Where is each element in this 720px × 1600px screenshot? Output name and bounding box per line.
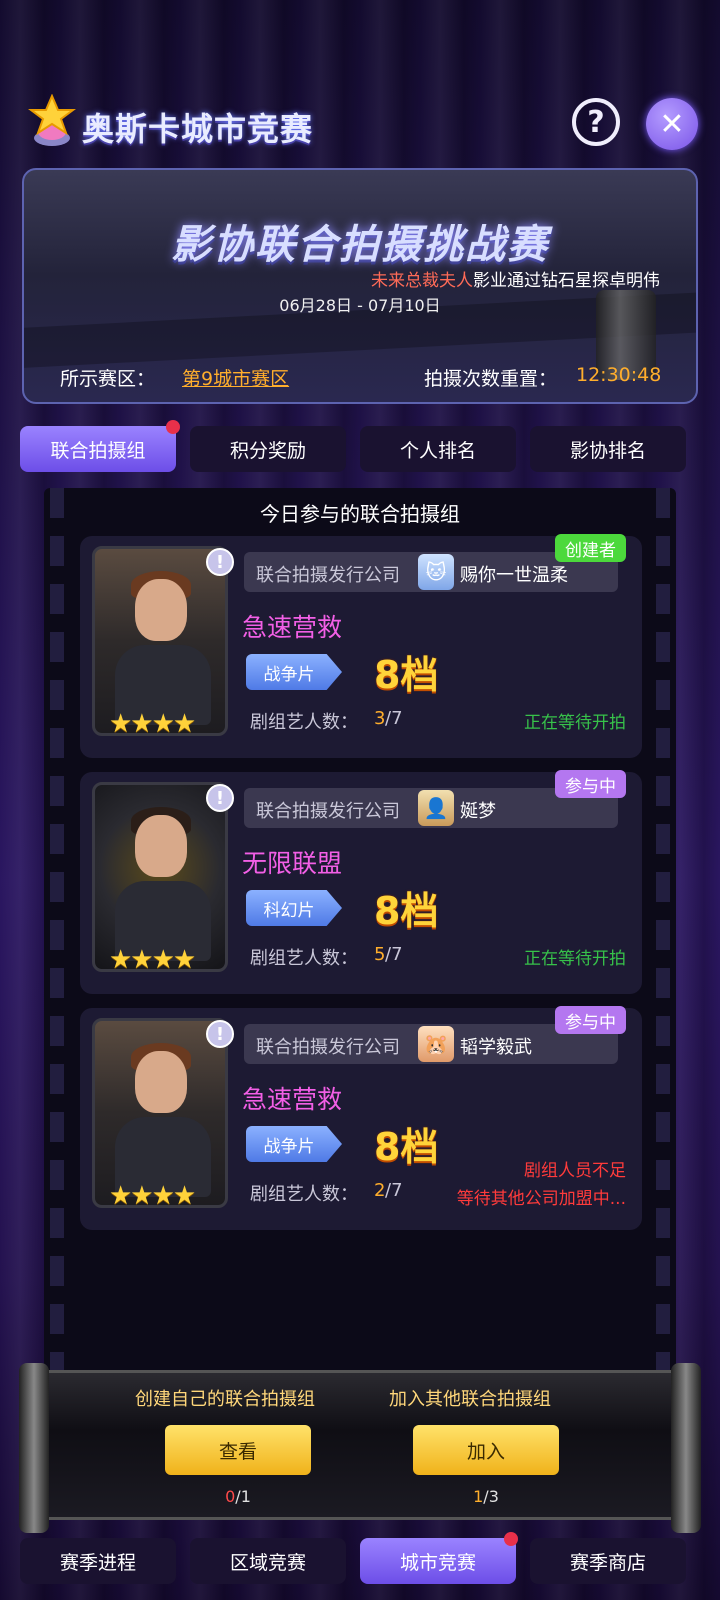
nav-label: 区域竞赛: [229, 1551, 306, 1574]
crew-total: /7: [385, 944, 403, 965]
actor-portrait[interactable]: ★★★★: [92, 1018, 228, 1208]
tier-level: 8档: [374, 889, 439, 933]
joined-badge: 参与中: [555, 770, 626, 798]
group-card[interactable]: ★★★★ ! 联合拍摄发行公司 🐱 赐你一世温柔 创建者 急速营救 战争片 8档…: [80, 534, 642, 758]
status-text: 剧组人员不足: [524, 1161, 626, 1181]
status-subtext: 等待其他公司加盟中...: [456, 1189, 626, 1209]
tab-personal-ranking[interactable]: 个人排名: [360, 426, 516, 472]
crew-total: /7: [385, 708, 403, 729]
actor-portrait[interactable]: ★★★★: [92, 546, 228, 736]
header: 奥斯卡城市竞赛 ? ✕: [0, 88, 720, 162]
nav-label: 赛季进程: [59, 1551, 136, 1574]
notification-dot: [166, 420, 180, 434]
page-title: 奥斯卡城市竞赛: [82, 110, 314, 148]
trophy-star-icon: [28, 94, 76, 146]
nav-label: 赛季商店: [569, 1551, 646, 1574]
join-group-label: 加入其他联合拍摄组: [389, 1389, 551, 1410]
zone-link[interactable]: 第9城市赛区: [182, 364, 289, 391]
star-rating-icon: ★★★★: [109, 709, 196, 736]
company-name: 韬学毅武: [460, 1037, 532, 1058]
group-card[interactable]: ★★★★ ! 联合拍摄发行公司 🐹 韬学毅武 参与中 急速营救 战争片 8档 剧…: [80, 1006, 642, 1230]
close-icon: ✕: [659, 106, 685, 142]
nav-season-shop[interactable]: 赛季商店: [530, 1538, 686, 1584]
create-count-total: /1: [235, 1487, 251, 1506]
view-button[interactable]: 查看: [165, 1425, 311, 1475]
tier-level: 8档: [374, 1125, 439, 1169]
tab-label: 影协排名: [569, 439, 646, 462]
company-name: 娫梦: [460, 801, 496, 822]
create-group-label: 创建自己的联合拍摄组: [135, 1389, 315, 1410]
crew-total: /7: [385, 1180, 403, 1201]
avatar: 🐹: [418, 1026, 454, 1062]
info-icon[interactable]: !: [206, 1020, 234, 1048]
question-circle-icon: ?: [587, 104, 605, 140]
avatar: 🐱: [418, 554, 454, 590]
joined-badge: 参与中: [555, 1006, 626, 1034]
create-count: 0/1: [165, 1487, 311, 1506]
banner-title: 影协联合拍摄挑战赛: [171, 222, 549, 268]
crew-label: 剧组艺人数：: [250, 712, 358, 733]
movie-title: 急速营救: [242, 613, 343, 642]
movie-title: 无限联盟: [242, 849, 343, 878]
panel-film-edge-right: [656, 488, 670, 1378]
creator-badge: 创建者: [555, 534, 626, 562]
company-label: 联合拍摄发行公司: [256, 1037, 400, 1058]
reset-timer: 12:30:48: [576, 364, 662, 386]
tab-points-reward[interactable]: 积分奖励: [190, 426, 346, 472]
action-scroll-panel: 创建自己的联合拍摄组 查看 0/1 加入其他联合拍摄组 加入 1/3: [19, 1363, 701, 1533]
banner-date: 06月28日 - 07月10日: [279, 296, 441, 315]
movie-title: 急速营救: [242, 1085, 343, 1114]
genre-tag: 战争片: [246, 654, 342, 690]
zone-label: 所示赛区：: [60, 368, 156, 390]
company-label: 联合拍摄发行公司: [256, 565, 400, 586]
crew-current: 2: [374, 1180, 386, 1201]
banner-news-text: 影业通过钻石星探卓明伟: [473, 271, 660, 291]
event-banner: 影协联合拍摄挑战赛 未来总裁夫人影业通过钻石星探卓明伟 06月28日 - 07月…: [22, 168, 698, 404]
tab-label: 个人排名: [399, 439, 476, 462]
nav-label: 城市竞赛: [399, 1551, 476, 1574]
panel-film-edge-left: [50, 488, 64, 1378]
group-card[interactable]: ★★★★ ! 联合拍摄发行公司 👤 娫梦 参与中 无限联盟 科幻片 8档 剧组艺…: [80, 770, 642, 994]
tier-level: 8档: [374, 653, 439, 697]
status-text: 正在等待开拍: [524, 713, 626, 733]
genre-tag: 科幻片: [246, 890, 342, 926]
create-count-current: 0: [225, 1487, 236, 1506]
tab-guild-ranking[interactable]: 影协排名: [530, 426, 686, 472]
info-icon[interactable]: !: [206, 784, 234, 812]
join-count-total: /3: [483, 1487, 499, 1506]
panel-title: 今日参与的联合拍摄组: [260, 502, 460, 526]
genre-tag: 战争片: [246, 1126, 342, 1162]
crew-current: 5: [374, 944, 386, 965]
top-tabs: 联合拍摄组 积分奖励 个人排名 影协排名: [20, 420, 700, 472]
help-button[interactable]: ?: [572, 98, 620, 146]
tab-label: 联合拍摄组: [50, 439, 146, 462]
nav-city-competition[interactable]: 城市竞赛: [360, 1538, 516, 1584]
banner-news-highlight: 未来总裁夫人: [371, 271, 473, 291]
company-name: 赐你一世温柔: [460, 565, 568, 586]
notification-dot: [504, 1532, 518, 1546]
reset-label: 拍摄次数重置：: [424, 368, 558, 390]
company-label: 联合拍摄发行公司: [256, 801, 400, 822]
join-count-current: 1: [473, 1487, 484, 1506]
star-rating-icon: ★★★★: [109, 945, 196, 972]
banner-news: 未来总裁夫人影业通过钻石星探卓明伟: [371, 266, 660, 291]
actor-portrait[interactable]: ★★★★: [92, 782, 228, 972]
tab-joint-shoot-group[interactable]: 联合拍摄组: [20, 426, 176, 472]
crew-current: 3: [374, 708, 386, 729]
star-rating-icon: ★★★★: [109, 1181, 196, 1208]
avatar: 👤: [418, 790, 454, 826]
nav-season-progress[interactable]: 赛季进程: [20, 1538, 176, 1584]
crew-label: 剧组艺人数：: [250, 948, 358, 969]
crew-label: 剧组艺人数：: [250, 1184, 358, 1205]
bottom-nav: 赛季进程 区域竞赛 城市竞赛 赛季商店: [20, 1532, 700, 1584]
status-text: 正在等待开拍: [524, 949, 626, 969]
join-button[interactable]: 加入: [413, 1425, 559, 1475]
tab-label: 积分奖励: [229, 439, 306, 462]
info-icon[interactable]: !: [206, 548, 234, 576]
close-button[interactable]: ✕: [646, 98, 698, 150]
nav-region-competition[interactable]: 区域竞赛: [190, 1538, 346, 1584]
join-count: 1/3: [413, 1487, 559, 1506]
